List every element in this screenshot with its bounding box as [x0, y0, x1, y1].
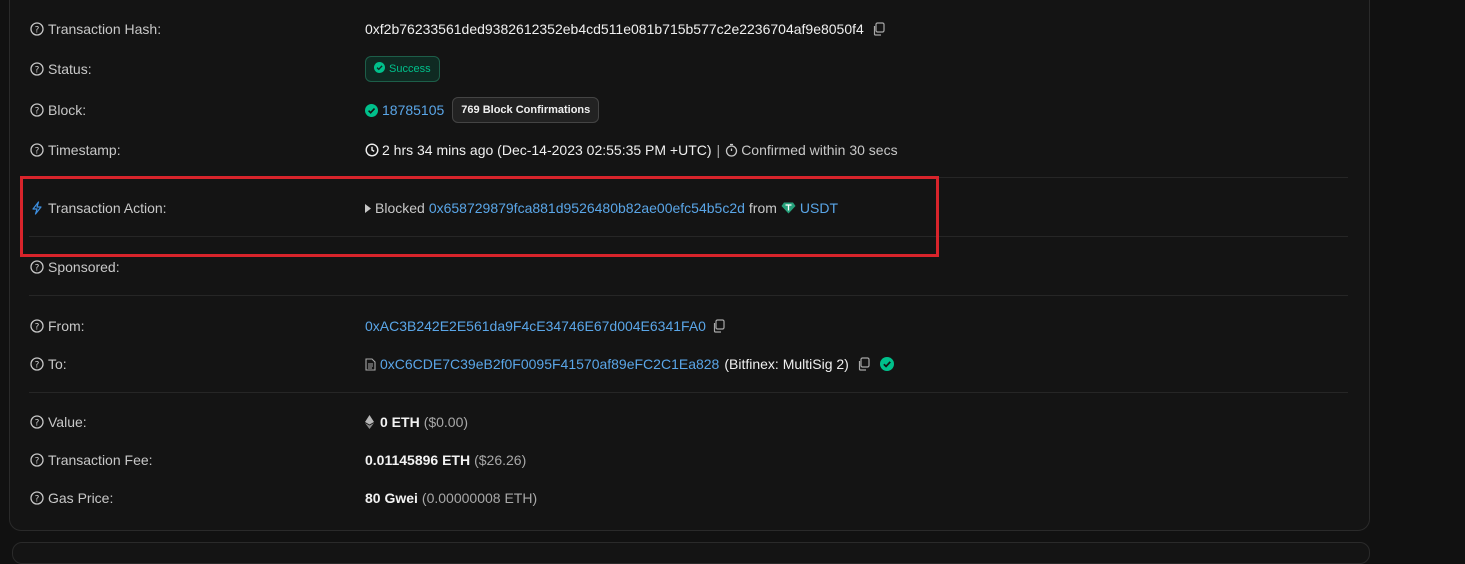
- svg-text:?: ?: [35, 418, 40, 428]
- question-circle-icon[interactable]: ?: [30, 22, 44, 36]
- gas-price-amount: 80 Gwei: [365, 490, 418, 506]
- row-transaction-fee: ? Transaction Fee: 0.01145896 ETH ($26.2…: [30, 449, 1465, 471]
- status-badge: Success: [365, 56, 440, 82]
- timestamp-separator: |: [716, 142, 721, 158]
- stopwatch-icon: [725, 143, 738, 157]
- svg-text:?: ?: [35, 65, 40, 75]
- svg-text:?: ?: [35, 106, 40, 116]
- clock-icon: [365, 143, 379, 157]
- svg-text:?: ?: [35, 25, 40, 35]
- question-circle-icon[interactable]: ?: [30, 319, 44, 333]
- next-card-edge: [12, 542, 1370, 564]
- svg-text:?: ?: [35, 456, 40, 466]
- question-circle-icon[interactable]: ?: [30, 260, 44, 274]
- row-transaction-hash: ? Transaction Hash: 0xf2b76233561ded9382…: [30, 18, 1465, 40]
- check-circle-icon: [365, 103, 378, 117]
- value-amount: 0 ETH: [380, 414, 420, 430]
- block-confirmations-badge: 769 Block Confirmations: [452, 97, 600, 123]
- question-circle-icon[interactable]: ?: [30, 357, 44, 371]
- copy-icon[interactable]: [712, 319, 726, 333]
- verified-check-icon: [879, 357, 894, 371]
- svg-text:?: ?: [35, 322, 40, 332]
- row-status: ? Status: Success: [30, 56, 1465, 82]
- row-value: ? Value: 0 ETH ($0.00): [30, 411, 1465, 433]
- status-badge-text: Success: [389, 63, 431, 75]
- row-sponsored: ? Sponsored:: [30, 256, 1465, 278]
- row-block: ? Block: 18785105 769 Block Confirmation…: [30, 97, 1465, 123]
- divider: [29, 295, 1348, 296]
- contract-file-icon: [365, 357, 376, 371]
- to-contract-name: (Bitfinex: MultiSig 2): [724, 356, 849, 372]
- question-circle-icon[interactable]: ?: [30, 491, 44, 505]
- sponsored-label: Sponsored:: [48, 259, 120, 275]
- svg-text:?: ?: [35, 263, 40, 273]
- from-label: From:: [48, 318, 85, 334]
- transaction-fee-label: Transaction Fee:: [48, 452, 153, 468]
- gas-price-eth: (0.00000008 ETH): [421, 490, 538, 506]
- tx-hash-label: Transaction Hash:: [48, 21, 162, 37]
- question-circle-icon[interactable]: ?: [30, 415, 44, 429]
- to-label: To:: [48, 356, 67, 372]
- question-circle-icon[interactable]: ?: [30, 103, 44, 117]
- row-timestamp: ? Timestamp: 2 hrs 34 mins ago (Dec-14-2…: [30, 139, 1465, 161]
- from-address-link[interactable]: 0xAC3B242E2E561da9F4cE34746E67d004E6341F…: [365, 318, 706, 334]
- svg-text:?: ?: [35, 146, 40, 156]
- svg-text:?: ?: [35, 494, 40, 504]
- timestamp-value: 2 hrs 34 mins ago (Dec-14-2023 02:55:35 …: [382, 142, 712, 158]
- copy-icon[interactable]: [857, 357, 871, 371]
- status-label: Status:: [48, 61, 92, 77]
- question-circle-icon[interactable]: ?: [30, 453, 44, 467]
- fee-usd: ($26.26): [474, 452, 527, 468]
- gas-price-label: Gas Price:: [48, 490, 114, 506]
- fee-amount: 0.01145896 ETH: [365, 452, 471, 468]
- row-to: ? To: 0xC6CDE7C39eB2f0F0095F41570af89eFC…: [30, 353, 1465, 375]
- highlight-annotation-box: [20, 176, 939, 257]
- confirmed-within-text: Confirmed within 30 secs: [741, 142, 898, 158]
- tx-hash-value: 0xf2b76233561ded9382612352eb4cd511e081b7…: [365, 21, 864, 37]
- value-label: Value:: [48, 414, 87, 430]
- timestamp-label: Timestamp:: [48, 142, 121, 158]
- svg-text:?: ?: [35, 360, 40, 370]
- copy-icon[interactable]: [872, 22, 886, 36]
- block-number-link[interactable]: 18785105: [382, 102, 444, 118]
- check-circle-icon: [374, 62, 385, 76]
- row-gas-price: ? Gas Price: 80 Gwei (0.00000008 ETH): [30, 487, 1465, 509]
- to-address-link[interactable]: 0xC6CDE7C39eB2f0F0095F41570af89eFC2C1Ea8…: [380, 356, 719, 372]
- block-label: Block:: [48, 102, 87, 118]
- divider: [29, 392, 1348, 393]
- value-usd: ($0.00): [423, 414, 469, 430]
- question-circle-icon[interactable]: ?: [30, 143, 44, 157]
- row-from: ? From: 0xAC3B242E2E561da9F4cE34746E67d0…: [30, 315, 1465, 337]
- question-circle-icon[interactable]: ?: [30, 62, 44, 76]
- ethereum-icon: [365, 415, 374, 429]
